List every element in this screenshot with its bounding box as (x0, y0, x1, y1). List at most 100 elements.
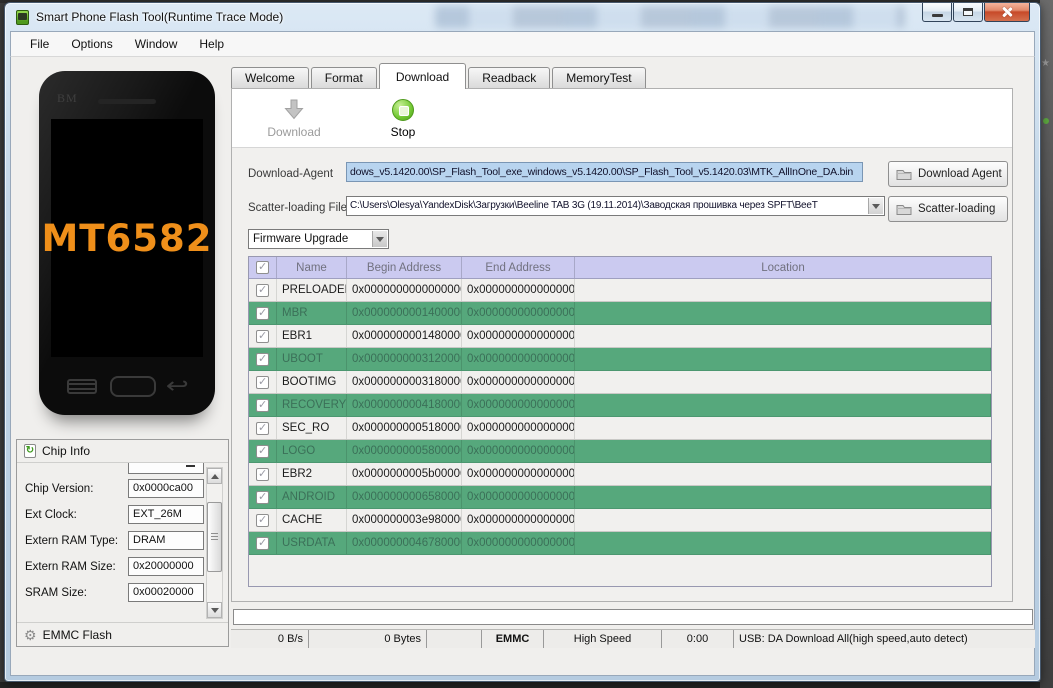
table-row[interactable]: SEC_RO 0x0000000005180000 0x000000000000… (249, 417, 991, 440)
row-name: UBOOT (277, 348, 347, 370)
download-tab-panel: Download Stop Download-Agent dows_v5.142… (231, 88, 1013, 602)
chip-info-row: Chip Version: 0x0000ca00 (17, 476, 213, 502)
scrollbar-thumb[interactable] (207, 502, 222, 572)
row-checkbox[interactable] (256, 306, 269, 320)
chip-info-field-value[interactable]: 0x20000000 (128, 557, 204, 576)
chip-info-title: Chip Info (42, 444, 91, 458)
table-row[interactable]: USRDATA 0x0000000046780000 0x00000000000… (249, 532, 991, 555)
row-checkbox[interactable] (256, 490, 269, 504)
close-button[interactable] (984, 3, 1030, 22)
row-location (575, 532, 991, 554)
tab-memorytest[interactable]: MemoryTest (552, 67, 646, 88)
stop-action-label: Stop (390, 125, 416, 139)
chip-info-field-value[interactable]: 0x0000ca00 (128, 479, 204, 498)
row-checkbox[interactable] (256, 283, 269, 297)
chip-info-field-value[interactable]: DRAM (128, 531, 204, 550)
row-checkbox[interactable] (256, 375, 269, 389)
row-end: 0x0000000000000000 (462, 302, 575, 324)
chip-info-header[interactable]: ↻ Chip Info (17, 440, 228, 463)
tab-format[interactable]: Format (310, 67, 377, 88)
tab-strip: Welcome Format Download Readback MemoryT… (231, 63, 648, 89)
emmc-flash-header[interactable]: ⚙ EMMC Flash (17, 622, 228, 646)
column-header-name[interactable]: Name (277, 257, 347, 278)
folder-icon (896, 204, 912, 215)
row-location (575, 417, 991, 439)
chip-info-row: Ext Clock: EXT_26M (17, 502, 213, 528)
table-row[interactable]: PRELOADER 0x0000000000000000 0x000000000… (249, 279, 991, 302)
chip-info-scrollbar[interactable] (206, 467, 223, 619)
row-checkbox[interactable] (256, 398, 269, 412)
row-end: 0x0000000000000000 (462, 417, 575, 439)
chip-info-field-value[interactable]: EXT_26M (128, 505, 204, 524)
row-name: EBR2 (277, 463, 347, 485)
table-row[interactable]: CACHE 0x000000003e980000 0x0000000000000… (249, 509, 991, 532)
scroll-down-arrow[interactable] (207, 602, 222, 618)
combo-dropdown-button[interactable] (372, 231, 387, 247)
scroll-up-arrow[interactable] (207, 468, 222, 484)
column-header-end[interactable]: End Address (462, 257, 575, 278)
row-end: 0x0000000000000000 (462, 279, 575, 301)
maximize-button[interactable] (953, 3, 983, 22)
row-location (575, 440, 991, 462)
download-agent-button-label: Download Agent (918, 168, 1002, 180)
desktop-background (0, 682, 1053, 688)
chip-info-field-label: Extern RAM Type: (25, 535, 119, 547)
row-begin: 0x0000000004180000 (347, 394, 462, 416)
row-checkbox[interactable] (256, 513, 269, 527)
status-bytes: 0 Bytes (309, 630, 427, 648)
table-row[interactable]: ANDROID 0x0000000006580000 0x00000000000… (249, 486, 991, 509)
row-checkbox[interactable] (256, 352, 269, 366)
menu-window[interactable]: Window (124, 34, 189, 54)
select-all-checkbox[interactable] (256, 261, 269, 274)
row-name: CACHE (277, 509, 347, 531)
title-bar[interactable]: Smart Phone Flash Tool(Runtime Trace Mod… (5, 3, 1040, 31)
partition-table-header: Name Begin Address End Address Location (249, 257, 991, 279)
folder-icon (896, 169, 912, 180)
menu-help[interactable]: Help (188, 34, 235, 54)
row-checkbox[interactable] (256, 536, 269, 550)
row-name: MBR (277, 302, 347, 324)
tab-welcome[interactable]: Welcome (231, 67, 309, 88)
scatter-file-field[interactable]: C:\Users\Olesya\YandexDisk\Загрузки\Beel… (346, 196, 885, 216)
minimize-button[interactable] (922, 3, 952, 22)
row-checkbox[interactable] (256, 329, 269, 343)
row-begin: 0x0000000046780000 (347, 532, 462, 554)
row-begin: 0x0000000003180000 (347, 371, 462, 393)
menu-options[interactable]: Options (60, 34, 123, 54)
menu-file[interactable]: File (19, 34, 60, 54)
table-row[interactable]: RECOVERY 0x0000000004180000 0x0000000000… (249, 394, 991, 417)
table-row[interactable]: MBR 0x0000000001400000 0x000000000000000… (249, 302, 991, 325)
row-end: 0x0000000000000000 (462, 509, 575, 531)
phone-speaker (98, 99, 156, 104)
table-row[interactable]: LOGO 0x0000000005800000 0x00000000000000… (249, 440, 991, 463)
scatter-dropdown-button[interactable] (868, 198, 883, 214)
row-checkbox[interactable] (256, 421, 269, 435)
download-action-button[interactable]: Download (252, 95, 336, 139)
row-checkbox[interactable] (256, 467, 269, 481)
background-icon (1043, 118, 1049, 124)
row-begin: 0x0000000005180000 (347, 417, 462, 439)
table-row[interactable]: BOOTIMG 0x0000000003180000 0x00000000000… (249, 371, 991, 394)
row-checkbox[interactable] (256, 444, 269, 458)
app-window: Smart Phone Flash Tool(Runtime Trace Mod… (4, 2, 1041, 682)
emmc-flash-label: EMMC Flash (42, 627, 112, 642)
tab-readback[interactable]: Readback (468, 67, 551, 88)
firmware-mode-combobox[interactable]: Firmware Upgrade (248, 229, 389, 249)
chevron-down-icon (376, 236, 384, 242)
table-row[interactable]: UBOOT 0x0000000003120000 0x0000000000000… (249, 348, 991, 371)
scatter-browse-button[interactable]: Scatter-loading (888, 196, 1008, 222)
download-agent-field[interactable]: dows_v5.1420.00\SP_Flash_Tool_exe_window… (346, 162, 863, 182)
column-header-location[interactable]: Location (575, 257, 991, 278)
stop-action-button[interactable]: Stop (372, 95, 434, 139)
chip-info-clipped-field (128, 463, 204, 474)
row-location (575, 463, 991, 485)
phone-home-icon (109, 375, 156, 397)
download-agent-browse-button[interactable]: Download Agent (888, 161, 1008, 187)
chip-info-field-value[interactable]: 0x00020000 (128, 583, 204, 602)
chip-info-field-label: SRAM Size: (25, 587, 87, 599)
table-row[interactable]: EBR1 0x0000000001480000 0x00000000000000… (249, 325, 991, 348)
column-header-begin[interactable]: Begin Address (347, 257, 462, 278)
chip-info-field-label: Chip Version: (25, 483, 94, 495)
table-row[interactable]: EBR2 0x0000000005b00000 0x00000000000000… (249, 463, 991, 486)
tab-download[interactable]: Download (378, 63, 467, 89)
